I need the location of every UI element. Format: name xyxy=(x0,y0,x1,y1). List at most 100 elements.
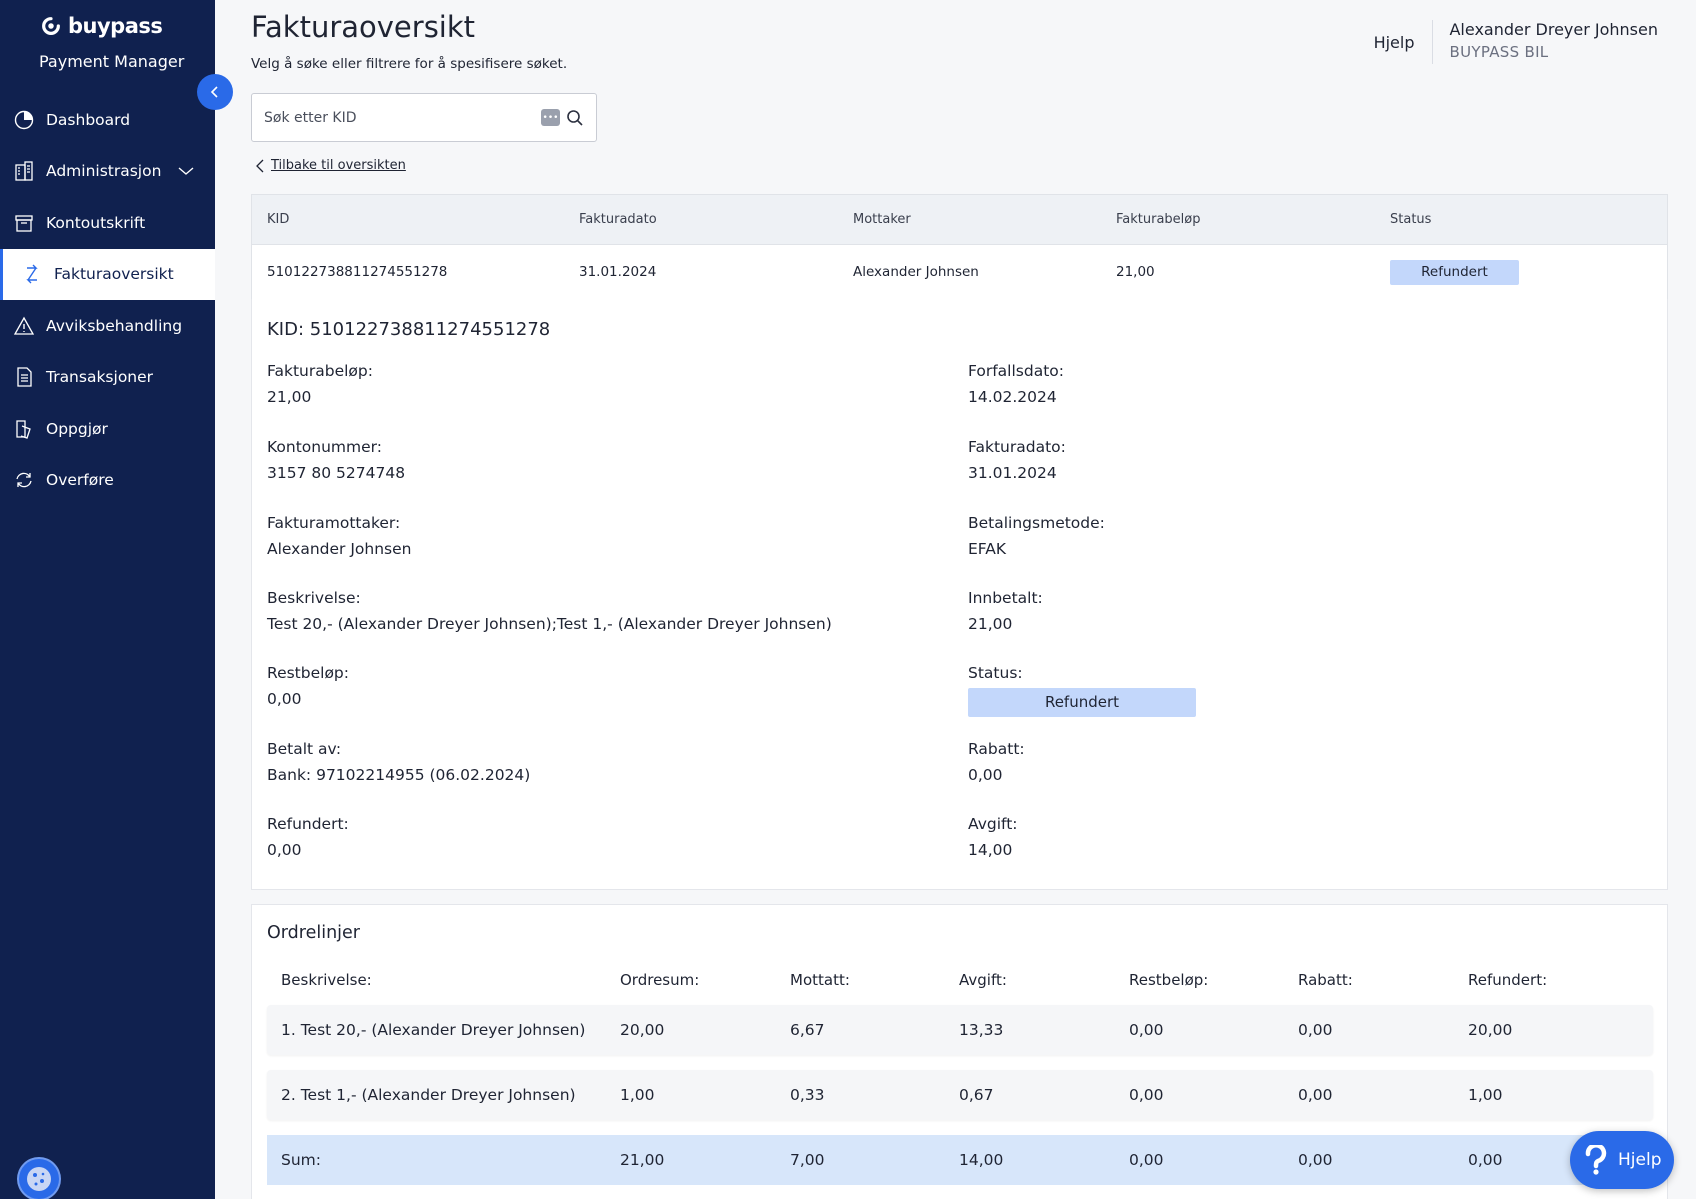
field-value: 3157 80 5274748 xyxy=(267,464,406,482)
field-label: Refundert: xyxy=(267,815,349,833)
table-cell: 1. Test 20,- (Alexander Dreyer Johnsen) xyxy=(281,1021,586,1039)
column-header: Avgift: xyxy=(959,971,1007,989)
column-header: Mottatt: xyxy=(790,971,850,989)
chevron-down-icon xyxy=(178,167,194,176)
sidebar-item-avviksbehandling[interactable]: Avviksbehandling xyxy=(0,300,215,352)
table-cell: 0,00 xyxy=(1129,1086,1164,1104)
invoice-detail-card: KID: 510122738811274551278 Fakturabeløp:… xyxy=(251,299,1668,890)
table-cell: 13,33 xyxy=(959,1021,1004,1039)
column-header-fakturabelop[interactable]: Fakturabeløp xyxy=(1116,212,1390,227)
sidebar-nav: Dashboard Administrasjon Kontoutskrift F… xyxy=(0,94,215,506)
search-icon[interactable] xyxy=(566,109,584,127)
field-value: Alexander Johnsen xyxy=(267,540,412,558)
field-label: Betalt av: xyxy=(267,740,342,758)
table-header: Beskrivelse: Ordresum: Mottatt: Avgift: … xyxy=(267,955,1653,1005)
table-cell: 21,00 xyxy=(620,1151,665,1169)
sidebar-item-label: Kontoutskrift xyxy=(46,213,146,232)
sidebar-item-transaksjoner[interactable]: Transaksjoner xyxy=(0,352,215,404)
sidebar-item-label: Fakturaoversikt xyxy=(54,265,174,284)
receipt-icon xyxy=(12,417,36,441)
sidebar-item-label: Avviksbehandling xyxy=(46,316,183,335)
user-name: Alexander Dreyer Johnsen xyxy=(1449,20,1658,39)
field-value: EFAK xyxy=(968,540,1007,558)
table-cell: 2. Test 1,- (Alexander Dreyer Johnsen) xyxy=(281,1086,576,1104)
sidebar-item-overfore[interactable]: Overføre xyxy=(0,455,215,507)
page-title: Fakturaoversikt xyxy=(251,10,476,44)
back-link-label: Tilbake til oversikten xyxy=(271,158,406,173)
help-button[interactable]: Hjelp xyxy=(1570,1131,1674,1189)
user-organization: BUYPASS BIL xyxy=(1449,43,1549,61)
table-header: KID Fakturadato Mottaker Fakturabeløp St… xyxy=(252,195,1667,245)
kid-title: KID: 510122738811274551278 xyxy=(267,319,551,340)
field-fakturabelop: Fakturabeløp: 21,00 xyxy=(267,362,373,406)
table-cell: 0,33 xyxy=(790,1086,825,1104)
column-header-kid[interactable]: KID xyxy=(252,212,579,227)
page-subtitle: Velg å søke eller filtrere for å spesifi… xyxy=(251,56,568,72)
sidebar-item-fakturaoversikt[interactable]: Fakturaoversikt xyxy=(0,248,215,300)
field-value: 21,00 xyxy=(968,615,1013,633)
field-label: Kontonummer: xyxy=(267,438,382,456)
field-innbetalt: Innbetalt: 21,00 xyxy=(968,589,1043,633)
column-header: Restbeløp: xyxy=(1129,971,1209,989)
field-label: Avgift: xyxy=(968,815,1018,833)
buypass-logo-icon xyxy=(42,17,60,35)
table-cell: 0,67 xyxy=(959,1086,994,1104)
field-value: Bank: 97102214955 (06.02.2024) xyxy=(267,766,531,784)
field-value: Test 20,- (Alexander Dreyer Johnsen);Tes… xyxy=(267,615,832,633)
field-forfallsdato: Forfallsdato: 14.02.2024 xyxy=(968,362,1064,406)
refresh-icon xyxy=(12,468,36,492)
table-cell: 20,00 xyxy=(1468,1021,1513,1039)
field-value: 14,00 xyxy=(968,841,1013,859)
column-header-mottaker[interactable]: Mottaker xyxy=(853,212,1116,227)
question-mark-icon xyxy=(1585,1145,1607,1175)
cell-kid: 510122738811274551278 xyxy=(267,264,448,280)
field-label: Rabatt: xyxy=(968,740,1025,758)
sidebar-item-label: Transaksjoner xyxy=(46,368,154,387)
table-cell: 1,00 xyxy=(620,1086,655,1104)
table-cell: 7,00 xyxy=(790,1151,825,1169)
cell-fakturadato: 31.01.2024 xyxy=(579,264,657,280)
brand-logo[interactable]: buypass xyxy=(40,14,163,38)
collapse-sidebar-button[interactable] xyxy=(197,74,233,110)
order-lines-title: Ordrelinjer xyxy=(267,923,360,943)
sidebar-item-dashboard[interactable]: Dashboard xyxy=(0,94,215,146)
status-badge: Refundert xyxy=(968,688,1196,717)
cell-status: Refundert xyxy=(1390,259,1660,285)
sidebar-item-administrasjon[interactable]: Administrasjon xyxy=(0,146,215,198)
field-rabatt: Rabatt: 0,00 xyxy=(968,740,1025,784)
dashboard-icon xyxy=(12,108,36,132)
brand-name: buypass xyxy=(68,14,163,38)
back-to-overview-link[interactable]: Tilbake til oversikten xyxy=(255,158,406,173)
column-header-status[interactable]: Status xyxy=(1390,212,1660,227)
field-label: Forfallsdato: xyxy=(968,362,1064,380)
sidebar: buypass Payment Manager Dashboard Admini… xyxy=(0,0,233,1199)
table-cell: 20,00 xyxy=(620,1021,665,1039)
sidebar-item-label: Overføre xyxy=(46,471,114,490)
field-value: 0,00 xyxy=(968,766,1003,784)
field-value: 14.02.2024 xyxy=(968,388,1057,406)
sidebar-item-kontoutskrift[interactable]: Kontoutskrift xyxy=(0,197,215,249)
transfer-arrows-icon xyxy=(20,262,44,286)
chevron-left-icon xyxy=(256,159,264,172)
table-cell: 6,67 xyxy=(790,1021,825,1039)
search-input[interactable] xyxy=(264,109,541,126)
field-label: Beskrivelse: xyxy=(267,589,361,607)
sidebar-item-label: Oppgjør xyxy=(46,419,108,438)
field-beskrivelse: Beskrivelse: Test 20,- (Alexander Dreyer … xyxy=(267,589,832,633)
sidebar-item-label: Dashboard xyxy=(46,110,131,129)
cookie-settings-button[interactable] xyxy=(17,1157,61,1199)
column-header-fakturadato[interactable]: Fakturadato xyxy=(579,212,853,227)
sum-row: Sum: 21,00 7,00 14,00 0,00 0,00 0,00 xyxy=(267,1135,1653,1185)
sidebar-item-oppgjor[interactable]: Oppgjør xyxy=(0,403,215,455)
document-icon xyxy=(12,365,36,389)
user-menu[interactable]: Alexander Dreyer Johnsen BUYPASS BIL xyxy=(1449,20,1658,61)
field-label: Innbetalt: xyxy=(968,589,1043,607)
column-header: Rabatt: xyxy=(1298,971,1353,989)
more-icon[interactable]: ••• xyxy=(541,109,560,126)
field-betalt-av: Betalt av: Bank: 97102214955 (06.02.2024) xyxy=(267,740,530,784)
table-cell: 0,00 xyxy=(1298,1151,1333,1169)
help-link[interactable]: Hjelp xyxy=(1374,20,1434,64)
table-row[interactable]: 510122738811274551278 31.01.2024 Alexand… xyxy=(252,245,1667,299)
field-label: Fakturabeløp: xyxy=(267,362,373,380)
field-restbelop: Restbeløp: 0,00 xyxy=(267,664,349,708)
